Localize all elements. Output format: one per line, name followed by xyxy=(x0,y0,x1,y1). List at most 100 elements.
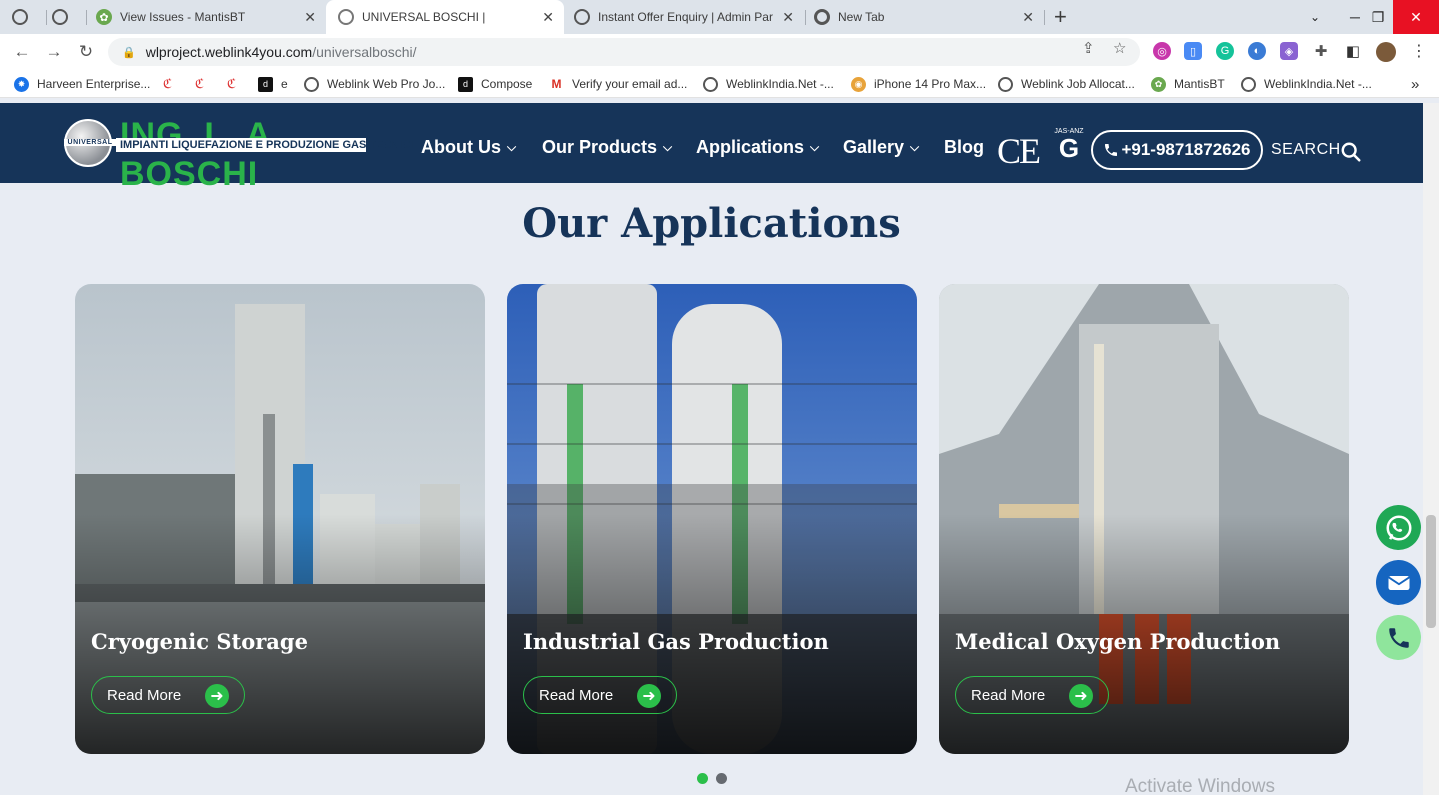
bookmark-label: e xyxy=(281,77,288,91)
brand-icon: ℭ xyxy=(226,76,237,91)
jas-g-icon: G xyxy=(1058,133,1080,163)
bookmark-item[interactable]: WeblinkIndia.Net -... xyxy=(1241,75,1372,93)
bookmark-item[interactable]: M Verify your email ad... xyxy=(549,75,687,93)
url-host: wlproject.weblink4you.com xyxy=(145,44,313,60)
bookmark-item[interactable]: Weblink Job Allocat... xyxy=(998,75,1135,93)
bookmark-item[interactable]: ◉ iPhone 14 Pro Max... xyxy=(851,75,986,93)
bookmark-item[interactable]: WeblinkIndia.Net -... xyxy=(703,75,834,93)
scrollbar-thumb[interactable] xyxy=(1426,515,1436,628)
url-input[interactable]: 🔒 wlproject.weblink4you.com/universalbos… xyxy=(108,38,1140,66)
bookmark-label: Weblink Web Pro Jo... xyxy=(327,77,446,91)
nav-label: Blog xyxy=(944,137,984,157)
tab-pinned-2[interactable] xyxy=(52,0,86,34)
forward-icon[interactable]: → xyxy=(43,41,65,63)
globe-icon xyxy=(304,76,319,92)
nav-our-products[interactable]: Our Products ⌵ xyxy=(542,137,672,158)
bookmark-star-icon[interactable]: ☆ xyxy=(1113,39,1126,57)
bookmark-label: iPhone 14 Pro Max... xyxy=(874,77,987,91)
extension-icon[interactable]: ◐ xyxy=(1248,42,1266,60)
close-tab-icon[interactable]: ✕ xyxy=(542,9,554,26)
globe-icon xyxy=(1241,76,1256,92)
tab-title: Instant Offer Enquiry | Admin Par xyxy=(598,10,773,24)
share-icon[interactable]: ⇪ xyxy=(1082,39,1095,57)
tab-title: New Tab xyxy=(838,10,885,24)
carousel-dot-active[interactable] xyxy=(697,773,708,784)
email-button[interactable] xyxy=(1376,560,1421,605)
tab-universal-boschi[interactable]: UNIVERSAL BOSCHI | ✕ xyxy=(326,0,564,34)
bookmark-icon: d xyxy=(458,76,473,92)
nav-gallery[interactable]: Gallery ⌵ xyxy=(843,137,919,158)
close-window-button[interactable]: ✕ xyxy=(1393,0,1439,34)
application-card-industrial-gas-production[interactable]: Industrial Gas Production Read More ➜ xyxy=(507,284,917,754)
bookmark-item[interactable]: ✸ Harveen Enterprise... xyxy=(14,75,150,93)
read-more-button[interactable]: Read More ➜ xyxy=(91,676,245,714)
tab-separator xyxy=(805,10,806,25)
bookmark-label: MantisBT xyxy=(1174,77,1225,91)
read-more-label: Read More xyxy=(107,686,182,704)
more-bookmarks-icon[interactable]: » xyxy=(1411,75,1419,93)
read-more-button[interactable]: Read More ➜ xyxy=(955,676,1109,714)
nav-about-us[interactable]: About Us ⌵ xyxy=(421,137,516,158)
tab-pinned-1[interactable] xyxy=(12,0,48,34)
call-button[interactable] xyxy=(1376,615,1421,660)
logo-subtitle: IMPIANTI LIQUEFAZIONE E PRODUZIONE GAS T… xyxy=(116,138,413,152)
tab-new-tab[interactable]: New Tab ✕ xyxy=(814,0,1044,34)
grammarly-icon[interactable]: G xyxy=(1216,42,1234,60)
tab-mantis[interactable]: ✿ View Issues - MantisBT ✕ xyxy=(96,0,326,34)
whatsapp-button[interactable] xyxy=(1376,505,1421,550)
read-more-button[interactable]: Read More ➜ xyxy=(523,676,677,714)
brand-icon: ℭ xyxy=(194,76,205,91)
mantis-icon: ✿ xyxy=(1151,76,1166,92)
bookmark-item[interactable]: ✿ MantisBT xyxy=(1151,75,1225,93)
application-card-medical-oxygen-production[interactable]: Medical Oxygen Production Read More ➜ xyxy=(939,284,1349,754)
extension-icon[interactable]: ◈ xyxy=(1280,42,1298,60)
phone-call-icon xyxy=(1388,627,1409,648)
site-logo[interactable]: UNIVERSAL ING. L. A. BOSCHI IMPIANTI LIQ… xyxy=(64,116,413,193)
close-tab-icon[interactable]: ✕ xyxy=(1022,9,1034,26)
bookmark-item[interactable]: ℭ xyxy=(224,75,239,93)
logo-badge: UNIVERSAL xyxy=(64,139,116,146)
tab-title: View Issues - MantisBT xyxy=(120,10,246,24)
extension-icon[interactable]: ◎ xyxy=(1153,42,1171,60)
close-tab-icon[interactable]: ✕ xyxy=(782,9,794,26)
bookmark-item[interactable]: de xyxy=(258,75,288,93)
search-icon[interactable] xyxy=(1340,141,1362,163)
close-tab-icon[interactable]: ✕ xyxy=(304,9,316,26)
tab-separator xyxy=(46,10,47,25)
phone-call-button[interactable]: +91-9871872626 xyxy=(1091,130,1263,170)
page-scrollbar[interactable] xyxy=(1423,103,1439,795)
bookmark-label: Weblink Job Allocat... xyxy=(1021,77,1135,91)
logo-title: ING. L. A. BOSCHI xyxy=(120,116,282,193)
more-menu-icon[interactable]: ⋮ xyxy=(1410,42,1428,60)
avatar[interactable] xyxy=(1376,42,1396,62)
carousel-dot[interactable] xyxy=(716,773,727,784)
bookmark-label: WeblinkIndia.Net -... xyxy=(726,77,834,91)
bookmark-item[interactable]: ℭ xyxy=(160,75,175,93)
lock-icon: 🔒 xyxy=(122,46,136,59)
application-card-cryogenic-storage[interactable]: Cryogenic Storage Read More ➜ xyxy=(75,284,485,754)
search-label[interactable]: SEARCH xyxy=(1271,141,1341,159)
nav-label: About Us xyxy=(421,137,501,157)
reload-icon[interactable]: ↻ xyxy=(75,41,97,63)
globe-icon xyxy=(338,9,354,25)
nav-blog[interactable]: Blog xyxy=(944,137,984,158)
nav-applications[interactable]: Applications ⌵ xyxy=(696,137,819,158)
chrome-icon xyxy=(814,9,830,25)
bookmark-item[interactable]: Weblink Web Pro Jo... xyxy=(304,75,445,93)
new-tab-button[interactable]: + xyxy=(1054,0,1078,34)
whatsapp-icon xyxy=(1386,515,1411,540)
extensions-puzzle-icon[interactable]: ✚ xyxy=(1312,42,1330,60)
bookmark-item[interactable]: d Compose xyxy=(458,75,532,93)
bookmark-label: Verify your email ad... xyxy=(572,77,688,91)
globe-icon xyxy=(12,9,28,25)
globe-icon: ✸ xyxy=(14,76,29,92)
phone-number: +91-9871872626 xyxy=(1121,140,1251,159)
side-panel-icon[interactable]: ◧ xyxy=(1344,42,1362,60)
back-icon[interactable]: ← xyxy=(11,41,33,63)
tab-separator xyxy=(86,10,87,25)
tab-instant-offer[interactable]: Instant Offer Enquiry | Admin Par ✕ xyxy=(574,0,804,34)
globe-icon xyxy=(574,9,590,25)
browser-tab-strip: ✿ View Issues - MantisBT ✕ UNIVERSAL BOS… xyxy=(0,0,1439,34)
bookmark-item[interactable]: ℭ xyxy=(192,75,207,93)
extension-icon[interactable]: ▯ xyxy=(1184,42,1202,60)
